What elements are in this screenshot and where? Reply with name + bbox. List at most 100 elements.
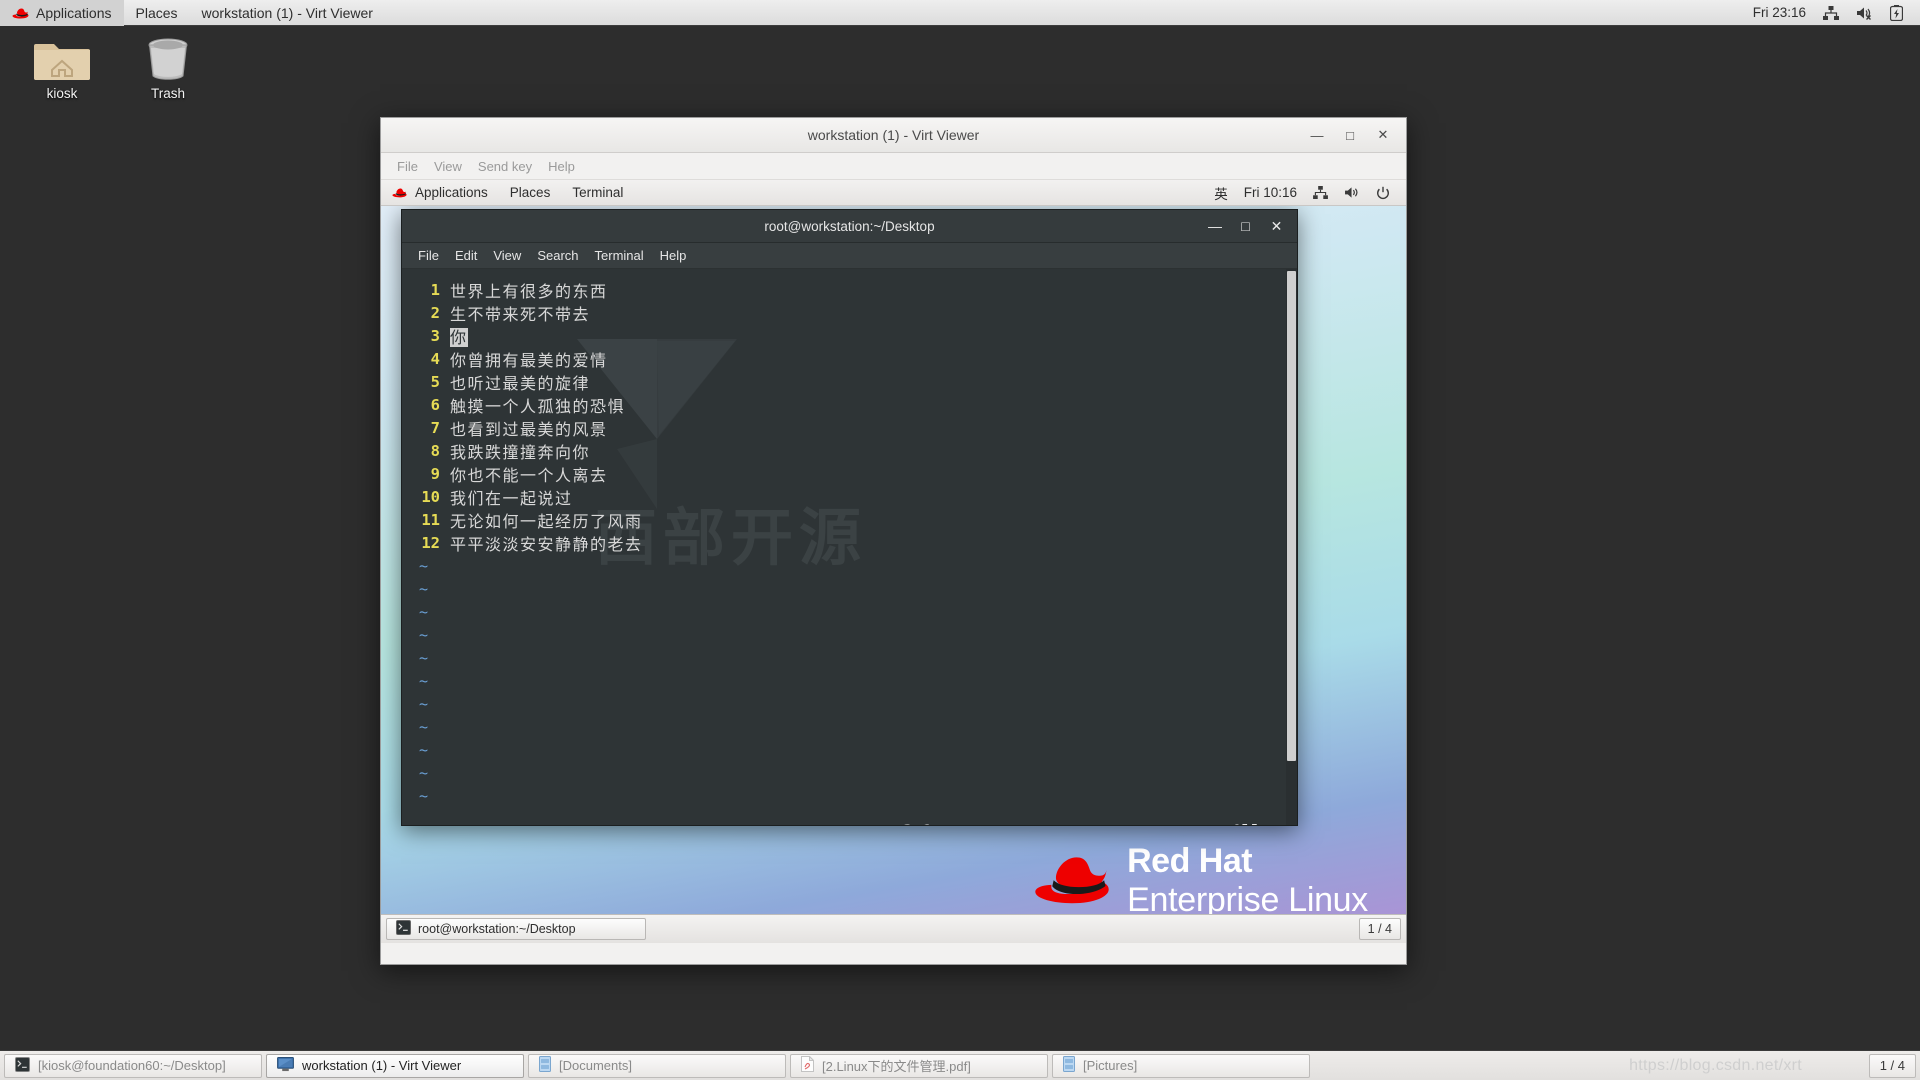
vim-tilde: ~: [419, 625, 429, 644]
terminal-icon: [396, 920, 411, 938]
menu-view[interactable]: View: [485, 245, 529, 266]
network-icon[interactable]: [1306, 180, 1335, 206]
rhel-brand-text: Red Hat Enterprise Linux: [1127, 844, 1368, 917]
vim-line-number: 6: [430, 395, 440, 414]
host-desktop-icon-label: kiosk: [46, 86, 78, 101]
vim-line-cursor[interactable]: 3你: [402, 324, 1297, 347]
host-places-menu[interactable]: Places: [124, 0, 190, 26]
host-desktop-icon-kiosk[interactable]: kiosk: [14, 36, 110, 101]
guest-places-menu[interactable]: Places: [499, 180, 562, 206]
host-workspace-pager[interactable]: 1 / 4: [1868, 1053, 1916, 1078]
vim-tilde: ~: [419, 694, 429, 713]
guest-terminal-menu[interactable]: Terminal: [561, 180, 634, 206]
guest-workspace-pager[interactable]: 1 / 4: [1358, 918, 1401, 940]
vim-empty-line: ~: [402, 623, 1297, 646]
menu-edit[interactable]: Edit: [447, 245, 485, 266]
virt-viewer-window-controls: — □ ✕: [1310, 127, 1406, 143]
vim-line-text: 世界上有很多的东西: [450, 281, 608, 301]
menu-file[interactable]: File: [389, 156, 426, 177]
red-hat-icon: [392, 187, 409, 199]
vim-line-text: 生不带来死不带去: [450, 304, 591, 324]
volume-icon[interactable]: [1337, 180, 1367, 206]
maximize-button[interactable]: □: [1239, 218, 1252, 234]
host-taskbar-button-label: [Documents]: [559, 1058, 632, 1073]
host-taskbar-button-label: workstation (1) - Virt Viewer: [302, 1058, 462, 1073]
terminal-window: root@workstation:~/Desktop — □ ✕ File Ed…: [401, 209, 1298, 826]
terminal-titlebar[interactable]: root@workstation:~/Desktop — □ ✕: [402, 210, 1297, 243]
guest-applications-label: Applications: [415, 185, 488, 200]
home-folder-icon: [34, 36, 90, 82]
menu-send-key[interactable]: Send key: [470, 156, 540, 177]
vim-line[interactable]: 12 平平淡淡安安静静的老去: [402, 531, 1297, 554]
terminal-scrollbar-thumb[interactable]: [1287, 271, 1296, 761]
guest-taskbar: root@workstation:~/Desktop 1 / 4: [381, 914, 1406, 943]
vim-line[interactable]: 2 生不带来死不带去: [402, 301, 1297, 324]
vim-line[interactable]: 9 你也不能一个人离去: [402, 462, 1297, 485]
terminal-scrollbar[interactable]: [1286, 269, 1297, 825]
minimize-button[interactable]: —: [1310, 128, 1324, 143]
red-hat-icon: [12, 7, 29, 19]
power-icon[interactable]: [1369, 180, 1397, 206]
host-panel-tray: Fri 23:16: [1746, 0, 1920, 26]
menu-help[interactable]: Help: [652, 245, 695, 266]
vim-line[interactable]: 5 也听过最美的旋律: [402, 370, 1297, 393]
vim-empty-line: ~: [402, 554, 1297, 577]
vim-line[interactable]: 4 你曾拥有最美的爱情: [402, 347, 1297, 370]
guest-applications-menu[interactable]: Applications: [381, 180, 499, 206]
vim-line-text: 我跌跌撞撞奔向你: [450, 442, 591, 462]
battery-charging-icon[interactable]: [1883, 0, 1910, 26]
input-method-indicator[interactable]: 英: [1207, 180, 1235, 206]
host-taskbar-button-pdf[interactable]: [2.Linux下的文件管理.pdf]: [790, 1053, 1048, 1078]
guest-panel-tray: 英 Fri 10:16: [1207, 180, 1406, 206]
vim-empty-line: ~: [402, 761, 1297, 784]
file-cabinet-icon: [1063, 1056, 1075, 1075]
vim-line[interactable]: 1 世界上有很多的东西: [402, 278, 1297, 301]
menu-help[interactable]: Help: [540, 156, 583, 177]
vim-editor[interactable]: 西部开源 1 世界上有很多的东西 2 生不带来死不带去 3你 4 你曾拥有最美的爱情 …: [402, 269, 1297, 825]
vim-line[interactable]: 6 触摸一个人孤独的恐惧: [402, 393, 1297, 416]
guest-clock-label: Fri 10:16: [1243, 185, 1297, 200]
volume-muted-icon[interactable]: [1849, 0, 1880, 26]
vim-tilde: ~: [419, 648, 429, 667]
trash-icon: [146, 36, 190, 82]
guest-terminal-label: Terminal: [572, 185, 624, 200]
rhel-brand-line1: Red Hat: [1127, 842, 1253, 880]
host-taskbar-button-documents[interactable]: [Documents]: [528, 1053, 786, 1078]
vim-line-number: 3: [430, 326, 440, 345]
host-clock[interactable]: Fri 23:16: [1746, 0, 1813, 26]
vim-line-text: 也听过最美的旋律: [450, 373, 591, 393]
vim-tilde: ~: [419, 579, 429, 598]
maximize-button[interactable]: □: [1343, 128, 1357, 143]
vim-line-text: 你曾拥有最美的爱情: [450, 350, 608, 370]
close-button[interactable]: ✕: [1270, 218, 1283, 235]
host-desktop-icon-trash[interactable]: Trash: [120, 36, 216, 101]
vim-empty-line: ~: [402, 738, 1297, 761]
host-taskbar-button-virt-viewer[interactable]: workstation (1) - Virt Viewer: [266, 1053, 524, 1078]
host-applications-menu[interactable]: Applications: [0, 0, 124, 26]
vim-line[interactable]: 10 我们在一起说过: [402, 485, 1297, 508]
vim-line[interactable]: 11 无论如何一起经历了风雨: [402, 508, 1297, 531]
menu-view[interactable]: View: [426, 156, 470, 177]
guest-clock[interactable]: Fri 10:16: [1237, 180, 1304, 206]
menu-search[interactable]: Search: [529, 245, 586, 266]
host-taskbar-button-terminal[interactable]: [kiosk@foundation60:~/Desktop]: [4, 1053, 262, 1078]
virt-viewer-title: workstation (1) - Virt Viewer: [807, 127, 980, 143]
network-icon[interactable]: [1816, 0, 1846, 26]
menu-file[interactable]: File: [410, 245, 447, 266]
host-window-title[interactable]: workstation (1) - Virt Viewer: [190, 0, 385, 26]
menu-terminal[interactable]: Terminal: [587, 245, 652, 266]
vim-line-number: 8: [430, 441, 440, 460]
minimize-button[interactable]: —: [1208, 218, 1222, 234]
host-desktop-icon-label: Trash: [150, 86, 185, 101]
vim-empty-line: ~: [402, 784, 1297, 807]
vim-line[interactable]: 7 也看到过最美的风景: [402, 416, 1297, 439]
guest-top-panel: Applications Places Terminal 英 Fri 10:16: [381, 180, 1406, 206]
host-taskbar-button-pictures[interactable]: [Pictures]: [1052, 1053, 1310, 1078]
vim-line-text: 也看到过最美的风景: [450, 419, 608, 439]
close-button[interactable]: ✕: [1376, 127, 1390, 143]
guest-taskbar-button-terminal[interactable]: root@workstation:~/Desktop: [386, 918, 646, 940]
vim-line-number: 12: [421, 533, 440, 552]
host-taskbar-button-label: [kiosk@foundation60:~/Desktop]: [38, 1058, 226, 1073]
virt-viewer-titlebar[interactable]: workstation (1) - Virt Viewer — □ ✕: [381, 118, 1406, 153]
vim-line[interactable]: 8 我跌跌撞撞奔向你: [402, 439, 1297, 462]
